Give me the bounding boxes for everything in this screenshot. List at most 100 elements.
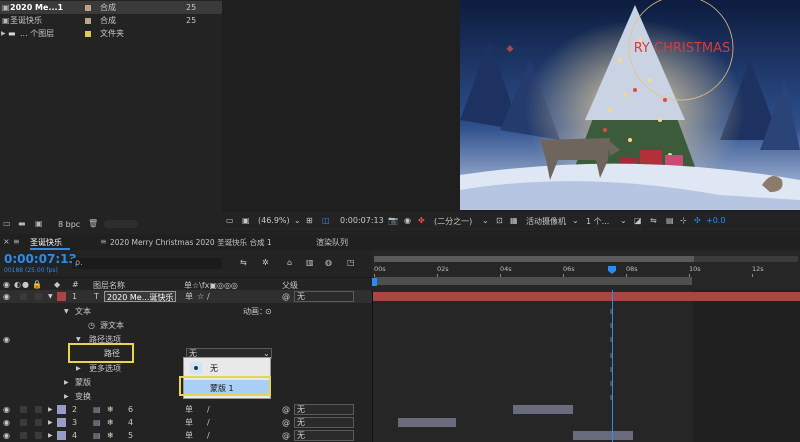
pickwhip-icon[interactable]: @ xyxy=(282,290,290,303)
snapshot-icon[interactable]: 📷 xyxy=(388,216,398,225)
expand-arrow-icon[interactable]: ▶ xyxy=(64,390,69,403)
project-item[interactable]: ▣ 2020 Me...1 合成 25 xyxy=(0,1,222,14)
label-swatch[interactable] xyxy=(57,292,66,301)
work-area-bar[interactable] xyxy=(374,277,692,285)
quality-switch-icon[interactable]: / xyxy=(207,403,210,416)
animate-label[interactable]: 动画： xyxy=(243,305,267,318)
layer-name[interactable]: 2020 Me...诞快乐 xyxy=(104,291,177,302)
timeline-timecode[interactable]: 0:00:07:13 xyxy=(4,252,77,266)
eye-icon[interactable]: ◉ xyxy=(3,429,10,442)
color-channel-icon[interactable]: ✤ xyxy=(418,216,425,225)
shy-switch[interactable]: 单 xyxy=(185,429,193,442)
monitor-icon[interactable]: ▭ xyxy=(226,216,234,225)
graph-editor-icon[interactable]: ◳ xyxy=(347,258,355,267)
layer-search-input[interactable]: ρ. xyxy=(72,258,222,269)
menu-icon[interactable]: ≡ xyxy=(13,237,20,246)
label-swatch[interactable] xyxy=(85,5,91,11)
label-swatch[interactable] xyxy=(85,31,91,37)
composition-image[interactable]: RY CHRISTMAS xyxy=(460,0,800,210)
layer-bar-1[interactable] xyxy=(373,292,800,301)
parent-dropdown[interactable]: 无 xyxy=(294,417,354,428)
comp-mini-flowchart-icon[interactable]: ⇆ xyxy=(240,258,247,267)
layer-row-4[interactable]: ◉ ▶ 4 ▤ ❄ 5 单 / @ 无 xyxy=(0,429,372,442)
eye-icon[interactable]: ◉ xyxy=(3,403,10,416)
exposure-icon[interactable]: ✣ xyxy=(694,216,701,225)
breadcrumb[interactable]: 2020 Merry Christmas 2020 圣诞快乐 合成 1 xyxy=(110,237,272,248)
eye-icon[interactable]: ◉ xyxy=(3,290,10,303)
solo-icon[interactable]: ● xyxy=(22,280,29,289)
project-item[interactable]: ▣ 圣诞快乐 合成 25 xyxy=(0,14,222,27)
quality-switch-icon[interactable]: / xyxy=(207,429,210,442)
solo-toggle[interactable] xyxy=(20,293,27,300)
expand-arrow-icon[interactable]: ▼ xyxy=(48,290,53,303)
layer-bar-4[interactable] xyxy=(573,431,633,440)
resolution-dropdown[interactable]: (二分之一) xyxy=(434,216,472,227)
keyframe-marker-icon[interactable]: I xyxy=(610,336,612,344)
expand-arrow-icon[interactable]: ▼ xyxy=(64,305,69,318)
label-swatch[interactable] xyxy=(57,405,66,414)
lock-toggle[interactable] xyxy=(35,432,42,439)
dropdown-item-none[interactable]: 无 xyxy=(184,360,270,376)
grid-icon[interactable]: ⊞ xyxy=(306,216,313,225)
stopwatch-icon[interactable]: ◷ xyxy=(88,319,95,332)
roi-icon[interactable]: ⊡ xyxy=(496,216,503,225)
tab-comp[interactable]: 圣诞快乐 xyxy=(30,237,62,248)
label-swatch[interactable] xyxy=(57,418,66,427)
pickwhip-icon[interactable]: @ xyxy=(282,429,290,442)
chevron-down-icon[interactable]: ⌄ xyxy=(294,216,301,225)
shy-switch[interactable]: 单 xyxy=(185,290,193,303)
zoom-dropdown[interactable]: (46.9%) xyxy=(258,216,290,225)
close-icon[interactable]: × xyxy=(3,237,10,246)
keyframe-marker-icon[interactable]: I xyxy=(610,308,612,316)
layer-name[interactable]: 4 xyxy=(128,416,133,429)
quality-switch-icon[interactable]: / xyxy=(207,416,210,429)
layer-row-2[interactable]: ◉ ▶ 2 ▤ ❄ 6 单 / @ 无 xyxy=(0,403,372,416)
time-ruler[interactable]: 00s 02s 04s 06s 08s 10s 12s xyxy=(372,250,800,290)
lock-toggle[interactable] xyxy=(35,406,42,413)
text-group[interactable]: ▼ 文本 动画： ⊙ xyxy=(0,305,372,318)
project-item[interactable]: ▶ ▬ ... 个图层 文件夹 xyxy=(0,27,222,40)
motion-blur-icon[interactable]: ◍ xyxy=(325,258,332,267)
tab-render-queue[interactable]: 渲染队列 xyxy=(316,237,348,248)
keyframe-marker-icon[interactable]: I xyxy=(610,366,612,374)
chevron-down-icon[interactable]: ⌄ xyxy=(482,216,489,225)
exposure-value[interactable]: +0.0 xyxy=(706,216,725,225)
layer-row-3[interactable]: ◉ ▶ 3 ▤ ❄ 4 单 / @ 无 xyxy=(0,416,372,429)
trash-icon[interactable]: 🗑 xyxy=(88,219,98,228)
new-comp-icon[interactable]: ▣ xyxy=(35,219,43,228)
source-text-row[interactable]: ◷ 源文本 xyxy=(0,319,372,332)
timeline-icon[interactable]: ▤ xyxy=(666,216,674,225)
pickwhip-icon[interactable]: @ xyxy=(282,403,290,416)
expand-arrow-icon[interactable]: ▶ xyxy=(1,27,6,40)
work-area-start[interactable] xyxy=(372,278,377,286)
playhead-line[interactable] xyxy=(612,290,613,442)
flowchart-icon[interactable]: ⊹ xyxy=(680,216,687,225)
label-swatch[interactable] xyxy=(57,431,66,440)
layer-bar-2[interactable] xyxy=(513,405,573,414)
label-icon[interactable]: ◆ xyxy=(54,280,60,289)
parent-dropdown[interactable]: 无 xyxy=(294,430,354,441)
viewer-timecode[interactable]: 0:00:07:13 xyxy=(340,216,384,225)
pickwhip-icon[interactable]: @ xyxy=(282,416,290,429)
draft-3d-icon[interactable]: ✲ xyxy=(262,258,269,267)
layer-row-1[interactable]: ◉ ▼ 1 T 2020 Me...诞快乐 单 ☆ / @ 无 xyxy=(0,290,372,303)
keyframe-marker-icon[interactable]: I xyxy=(610,380,612,388)
keyframe-marker-icon[interactable]: I xyxy=(610,322,612,330)
new-folder-icon[interactable]: ▬ xyxy=(18,219,26,228)
shy-switch[interactable]: 单 xyxy=(185,403,193,416)
expand-arrow-icon[interactable]: ▶ xyxy=(48,416,53,429)
playhead-handle[interactable] xyxy=(608,266,616,274)
solo-toggle[interactable] xyxy=(20,406,27,413)
transparency-grid-icon[interactable]: ▦ xyxy=(510,216,518,225)
parent-dropdown[interactable]: 无 xyxy=(294,291,354,302)
expand-arrow-icon[interactable]: ▶ xyxy=(48,403,53,416)
collapse-switch-icon[interactable]: ☆ xyxy=(197,290,204,303)
toggle-pixel-icon[interactable]: ◪ xyxy=(634,216,642,225)
project-scrollbar[interactable] xyxy=(104,220,138,228)
layer-name[interactable]: 6 xyxy=(128,403,133,416)
expand-arrow-icon[interactable]: ▶ xyxy=(48,429,53,442)
fast-preview-icon[interactable]: ⇋ xyxy=(650,216,657,225)
animate-play-icon[interactable]: ⊙ xyxy=(265,305,272,318)
interpret-icon[interactable]: ▭ xyxy=(3,219,11,228)
camera-dropdown[interactable]: 活动摄像机 xyxy=(526,216,566,227)
